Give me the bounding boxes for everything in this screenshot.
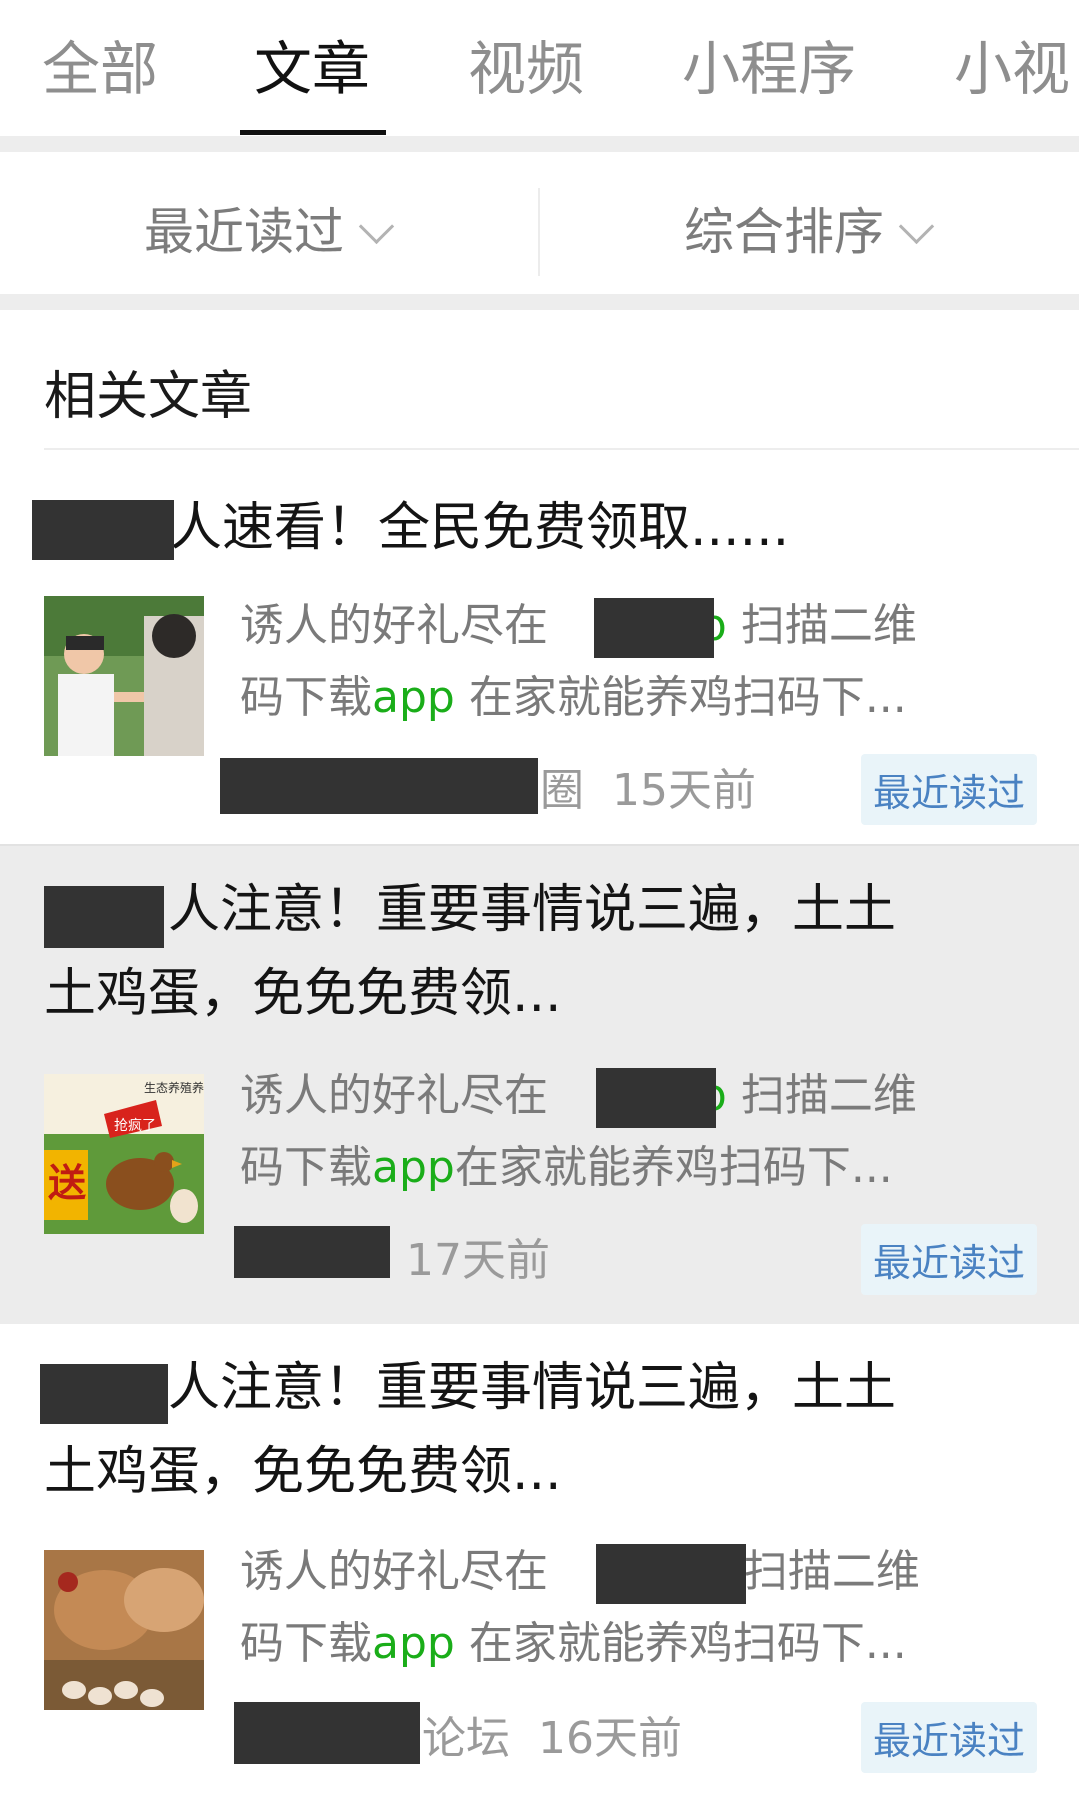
article-title-text: 人注意！重要事情说三遍，土土: [168, 1358, 897, 1418]
section-title: 相关文章: [44, 367, 253, 427]
article-title-text: 人速看！全民免费领取......: [170, 498, 790, 558]
tab-articles[interactable]: 文章: [254, 22, 370, 106]
article-time: 17天前: [406, 1235, 550, 1286]
article-title: 人注意！重要事情说三遍，土土 土鸡蛋，免免免费领...: [44, 1346, 1039, 1514]
filter-divider: [538, 188, 540, 276]
recently-read-filter-label: 最近读过: [144, 203, 344, 261]
tab-short-videos[interactable]: 小视: [954, 22, 1070, 106]
tab-videos[interactable]: 视频: [468, 22, 584, 106]
recently-read-badge: 最近读过: [860, 1702, 1037, 1773]
redaction-block: [596, 1068, 716, 1128]
article-item[interactable]: 人速看！全民免费领取...... 诱人的好礼尽在app 扫描二维 码下载app …: [0, 450, 1079, 844]
desc-text: 码下载: [240, 672, 372, 723]
active-tab-indicator: [240, 130, 386, 135]
thumb-text: 生态养殖养: [144, 1080, 204, 1095]
article-title: 人注意！重要事情说三遍，土土 土鸡蛋，免免免费领...: [44, 868, 1039, 1036]
redaction-block: [220, 758, 538, 814]
redaction-block: [44, 886, 164, 948]
section-header: 相关文章: [0, 310, 1079, 450]
article-thumbnail: [44, 596, 204, 756]
desc-text: 在家就能养鸡扫码下...: [454, 672, 907, 723]
thumb-text: 送: [48, 1161, 86, 1205]
redaction-block: [234, 1226, 390, 1278]
sort-filter-label: 综合排序: [684, 203, 884, 261]
app-link[interactable]: app: [372, 1618, 455, 1669]
desc-text: 在家就能养鸡扫码下...: [454, 1142, 893, 1193]
article-thumbnail: 抢疯了 生态养殖养 送: [44, 1074, 204, 1234]
article-source: 圈: [540, 765, 584, 816]
article-time: 15天前: [611, 765, 756, 816]
app-link[interactable]: app: [372, 1142, 455, 1193]
article-meta: 圈 15天前: [540, 754, 756, 818]
app-link[interactable]: app: [372, 672, 455, 723]
tab-bar: 全部 文章 视频 小程序 小视: [0, 0, 1079, 136]
desc-text: 诱人的好礼尽在: [240, 1546, 548, 1597]
desc-text: 码下载: [240, 1142, 372, 1193]
thumb-text: 抢疯了: [114, 1117, 156, 1134]
recently-read-badge: 最近读过: [860, 754, 1037, 825]
desc-text: 诱人的好礼尽在: [240, 1070, 548, 1121]
recently-read-filter[interactable]: 最近读过: [144, 192, 395, 264]
article-title-text: 人注意！重要事情说三遍，土土: [168, 880, 897, 940]
article-meta: 17天前: [406, 1224, 550, 1288]
desc-text: 扫描二维: [726, 600, 917, 651]
tab-mini-programs[interactable]: 小程序: [682, 22, 856, 106]
article-thumbnail: [44, 1550, 204, 1710]
redaction-block: [40, 1364, 168, 1424]
separator: [0, 136, 1079, 152]
desc-text: 扫描二维: [726, 1070, 917, 1121]
hen-nest-photo-icon: [44, 1550, 204, 1710]
chicken-promo-icon: 抢疯了 生态养殖养 送: [44, 1074, 204, 1234]
redaction-block: [594, 598, 714, 658]
chevron-down-icon: [898, 208, 935, 245]
redaction-block: [32, 500, 174, 560]
sort-filter[interactable]: 综合排序: [684, 192, 935, 264]
child-photo-icon: [44, 596, 204, 756]
article-item[interactable]: 人注意！重要事情说三遍，土土 土鸡蛋，免免免费领... 抢疯了 生态养殖养 送 …: [0, 846, 1079, 1324]
desc-text: 在家就能养鸡扫码下...: [454, 1618, 907, 1669]
article-item[interactable]: 人注意！重要事情说三遍，土土 土鸡蛋，免免免费领... 诱人的好礼尽在pp 扫描…: [0, 1324, 1079, 1804]
article-title-text: 土鸡蛋，免免免费领...: [44, 1442, 562, 1502]
article-title-text: 土鸡蛋，免免免费领...: [44, 964, 562, 1024]
article-title: 人速看！全民免费领取......: [44, 486, 1039, 570]
separator: [0, 294, 1079, 310]
article-time: 16天前: [537, 1713, 682, 1764]
article-source: 论坛: [422, 1713, 510, 1764]
recently-read-badge: 最近读过: [860, 1224, 1037, 1295]
desc-text: 诱人的好礼尽在: [240, 600, 548, 651]
redaction-block: [596, 1544, 746, 1604]
desc-text: 码下载: [240, 1618, 372, 1669]
chevron-down-icon: [358, 208, 395, 245]
filter-bar: 最近读过 综合排序: [0, 152, 1079, 294]
article-meta: 论坛 16天前: [422, 1702, 682, 1766]
redaction-block: [234, 1702, 420, 1764]
tab-all[interactable]: 全部: [42, 22, 158, 106]
desc-text: 扫描二维: [729, 1546, 920, 1597]
